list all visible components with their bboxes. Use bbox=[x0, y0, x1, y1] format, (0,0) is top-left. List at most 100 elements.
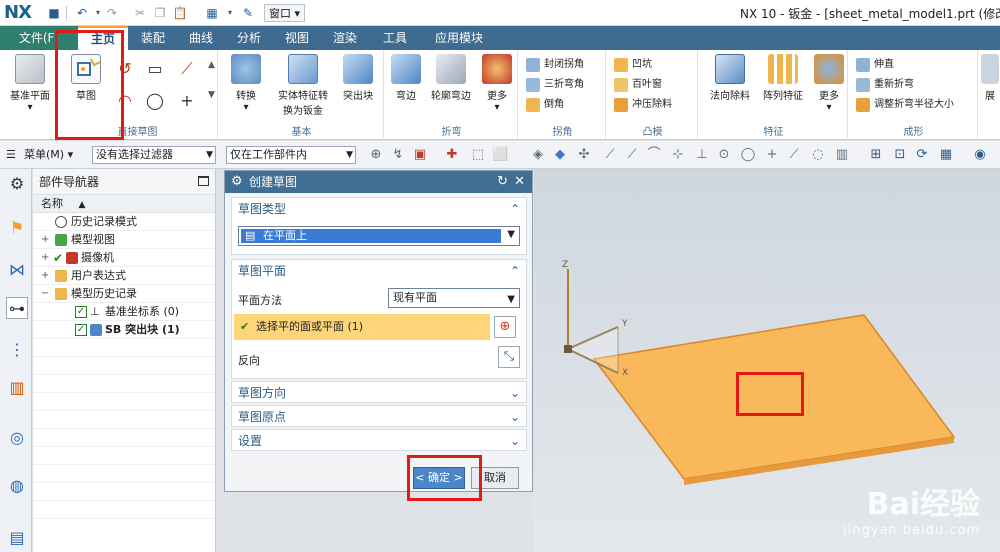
line-icon[interactable]: ⟋ bbox=[176, 58, 198, 80]
history-icon[interactable]: ▥ bbox=[6, 377, 28, 399]
system-materials-icon[interactable]: ◍ bbox=[6, 475, 28, 497]
punch-button[interactable]: 冲压除料 bbox=[612, 96, 672, 114]
more-bend-button[interactable]: 更多 ▾ bbox=[480, 54, 514, 113]
snap-icon[interactable]: ▣ bbox=[412, 147, 428, 163]
dialog-title-bar[interactable]: ⚙ 创建草图 ↻ ✕ bbox=[225, 171, 532, 193]
section-sketch-origin[interactable]: 草图原点 ⌄ bbox=[231, 405, 527, 427]
save-icon[interactable]: ■ bbox=[46, 5, 62, 21]
end-point-icon[interactable]: ✣ bbox=[576, 147, 592, 163]
control-point-icon[interactable]: ⟋ bbox=[624, 147, 640, 163]
tab-analysis[interactable]: 分析 bbox=[226, 26, 272, 50]
point-crosshair-icon[interactable]: ⊕ bbox=[494, 316, 516, 338]
tangent-point-icon[interactable]: ⊥ bbox=[694, 147, 710, 163]
part-navigator-icon[interactable]: ⊶ bbox=[6, 297, 28, 319]
fit-view-icon[interactable]: ⊞ bbox=[868, 147, 884, 163]
tree-item-model-history[interactable]: − 模型历史记录 bbox=[33, 285, 215, 303]
base-plane-button[interactable]: 基准平面 ▾ bbox=[4, 54, 56, 113]
repeat-command-icon[interactable]: ▦ bbox=[204, 5, 220, 21]
render-style-icon[interactable]: ◉ bbox=[972, 147, 988, 163]
sketch-type-dropdown[interactable]: ▤ 在平面上 ▼ bbox=[238, 226, 520, 246]
chamfer-button[interactable]: 倒角 bbox=[524, 96, 564, 114]
point-on-curve-icon[interactable]: + bbox=[764, 147, 780, 163]
section-header-sketch-plane[interactable]: 草图平面 ⌃ bbox=[232, 260, 526, 282]
reverse-direction-icon[interactable]: ⤡ bbox=[498, 346, 520, 368]
more-feature-button[interactable]: 更多 ▾ bbox=[812, 54, 846, 113]
tab-feature-button[interactable]: 突出块 bbox=[336, 54, 380, 102]
dimple-button[interactable]: 凹坑 bbox=[612, 56, 652, 74]
chevron-down-icon[interactable]: ▾ bbox=[222, 5, 238, 21]
menu-button[interactable]: ☰ 菜单(M) ▾ bbox=[6, 146, 73, 164]
contour-flange-button[interactable]: 轮廓弯边 bbox=[426, 54, 476, 102]
assembly-navigator-icon[interactable]: ⚑ bbox=[6, 217, 28, 239]
rectangle-icon[interactable]: ▭ bbox=[144, 58, 166, 80]
expand-icon[interactable]: + bbox=[41, 231, 49, 249]
selection-scope-dropdown[interactable]: 仅在工作部件内 ▼ bbox=[226, 146, 356, 164]
selection-intent-icon[interactable]: ↯ bbox=[390, 147, 406, 163]
scroll-down-icon[interactable]: ▼ bbox=[208, 90, 215, 100]
reset-icon[interactable]: ↻ bbox=[497, 171, 508, 193]
normal-cutout-button[interactable]: 法向除料 bbox=[704, 54, 756, 102]
undo-icon[interactable]: ↶ bbox=[74, 5, 90, 21]
tree-item-cameras[interactable]: + ✔ 摄像机 bbox=[33, 249, 215, 267]
layer-icon[interactable]: ▥ bbox=[834, 147, 850, 163]
tab-tools[interactable]: 工具 bbox=[372, 26, 418, 50]
convert-button[interactable]: 转换 ▾ bbox=[224, 54, 268, 113]
tree-item-history-mode[interactable]: 历史记录模式 bbox=[33, 213, 215, 231]
quadrant-point-icon[interactable]: ⊙ bbox=[716, 147, 732, 163]
tree-item-model-views[interactable]: + 模型视图 bbox=[33, 231, 215, 249]
closed-corner-button[interactable]: 封闭拐角 bbox=[524, 56, 584, 74]
rotate-icon[interactable]: ⟳ bbox=[914, 147, 930, 163]
tab-assembly[interactable]: 装配 bbox=[130, 26, 176, 50]
tab-render[interactable]: 渲染 bbox=[322, 26, 368, 50]
paste-icon[interactable]: 📋 bbox=[172, 5, 188, 21]
select-planar-face-row[interactable]: ✔ 选择平的面或平面 (1) bbox=[234, 314, 490, 340]
tree-item-user-expressions[interactable]: + 用户表达式 bbox=[33, 267, 215, 285]
section-sketch-orientation[interactable]: 草图方向 ⌄ bbox=[231, 381, 527, 403]
web-browser-icon[interactable]: ◎ bbox=[6, 427, 28, 449]
touch-mode-icon[interactable]: ✎ bbox=[240, 5, 256, 21]
constraint-navigator-icon[interactable]: ⋈ bbox=[6, 259, 28, 281]
circle-icon[interactable]: ◯ bbox=[144, 90, 166, 112]
zoom-icon[interactable]: ⊡ bbox=[892, 147, 908, 163]
window-menu[interactable]: 窗口 ▾ bbox=[264, 4, 306, 22]
plane-method-dropdown[interactable]: 现有平面 ▼ bbox=[388, 288, 520, 308]
solid-to-sheet-metal-button[interactable]: 实体特征转 换为钣金 bbox=[270, 54, 336, 117]
point-icon[interactable]: + bbox=[176, 90, 198, 112]
graphics-viewport[interactable]: Z Y X Bai经验 jingyan.baidu.com bbox=[534, 169, 1000, 552]
mid-point-icon[interactable]: ⟋ bbox=[602, 147, 618, 163]
unbend-button[interactable]: 伸直 bbox=[854, 56, 894, 74]
flange-button[interactable]: 弯边 bbox=[388, 54, 424, 102]
selection-filter-dropdown[interactable]: 没有选择过滤器 ▼ bbox=[92, 146, 216, 164]
collapse-icon[interactable]: − bbox=[41, 285, 49, 303]
expand-button[interactable]: 展 bbox=[980, 54, 1000, 102]
select-body-icon[interactable]: ◈ bbox=[530, 147, 546, 163]
checkbox[interactable]: ✓ bbox=[75, 324, 87, 336]
arc-center-icon[interactable]: ⊹ bbox=[670, 147, 686, 163]
gear-icon[interactable]: ⚙ bbox=[231, 171, 243, 193]
tab-view[interactable]: 视图 bbox=[274, 26, 320, 50]
show-snap-point-icon[interactable]: ✚ bbox=[444, 147, 460, 163]
tab-curve[interactable]: 曲线 bbox=[178, 26, 224, 50]
tab-application[interactable]: 应用模块 bbox=[424, 26, 494, 50]
pattern-feature-button[interactable]: 阵列特征 bbox=[758, 54, 808, 102]
three-bend-corner-button[interactable]: 三折弯角 bbox=[524, 76, 584, 94]
existing-point-icon[interactable]: ◯ bbox=[740, 147, 756, 163]
redo-icon[interactable]: ↷ bbox=[104, 5, 120, 21]
expand-icon[interactable]: + bbox=[41, 249, 49, 267]
louver-button[interactable]: 百叶窗 bbox=[612, 76, 662, 94]
copy-icon[interactable]: ❐ bbox=[152, 5, 168, 21]
roles-icon[interactable]: ▤ bbox=[6, 527, 28, 549]
general-selection-icon[interactable]: ⊕ bbox=[368, 147, 384, 163]
bounded-grid-icon[interactable]: ◌ bbox=[810, 147, 826, 163]
point-on-face-icon[interactable]: ⟋ bbox=[786, 147, 802, 163]
column-header-name[interactable]: 名称 ▲ bbox=[33, 195, 215, 213]
orient-view-icon[interactable]: ▦ bbox=[938, 147, 954, 163]
cut-icon[interactable]: ✂ bbox=[132, 5, 148, 21]
close-icon[interactable]: ✕ bbox=[514, 171, 525, 193]
maximize-icon[interactable] bbox=[198, 176, 209, 186]
section-header-sketch-type[interactable]: 草图类型 ⌃ bbox=[232, 198, 526, 220]
gear-icon[interactable]: ⚙ bbox=[6, 173, 28, 195]
reuse-library-icon[interactable]: ⋮ bbox=[6, 339, 28, 361]
select-all-icon[interactable]: ⬚ bbox=[470, 147, 486, 163]
rectangle-select-icon[interactable]: ⬜ bbox=[492, 147, 508, 163]
